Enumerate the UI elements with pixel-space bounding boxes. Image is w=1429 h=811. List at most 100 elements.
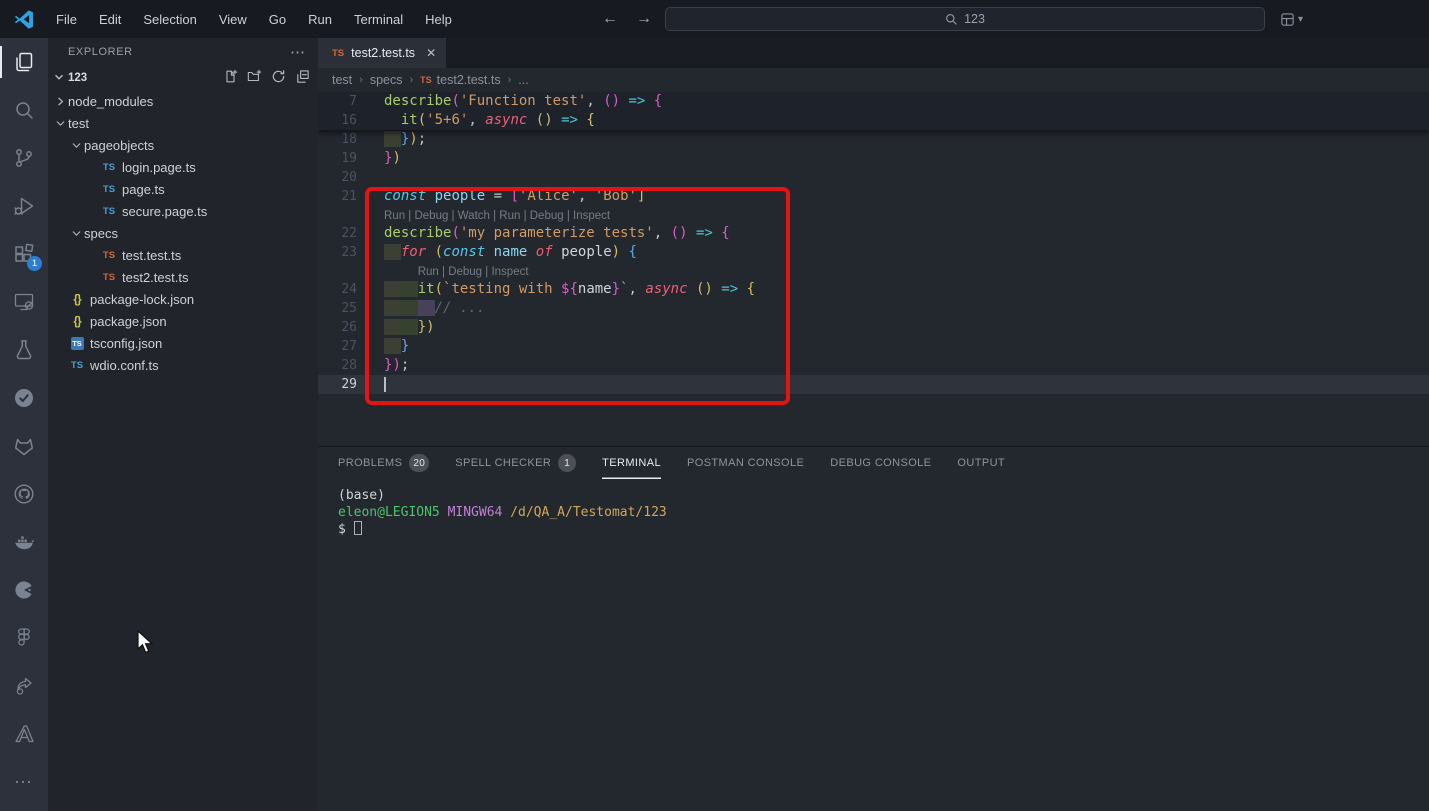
ts-file-icon: TS xyxy=(100,162,118,173)
codelens-actions[interactable]: Run | Debug | Inspect xyxy=(418,266,529,278)
explorer-toolbar xyxy=(223,69,310,87)
menu-view[interactable]: View xyxy=(208,7,258,32)
terminal[interactable]: (base)eleon@LEGION5 MINGW64 /d/QA_A/Test… xyxy=(318,479,1429,538)
file-package-lock-json[interactable]: {}package-lock.json xyxy=(48,288,318,310)
back-arrow-icon[interactable]: ← xyxy=(600,10,620,28)
breadcrumb-item[interactable]: specs xyxy=(370,73,403,87)
codelens-row: Run | Debug | Inspect xyxy=(318,262,1429,280)
forward-arrow-icon[interactable]: → xyxy=(634,10,654,28)
breadcrumb-separator: › xyxy=(409,74,413,86)
file-secure-page-ts[interactable]: TSsecure.page.ts xyxy=(48,200,318,222)
code-line-20: 20 xyxy=(318,168,1429,187)
explorer-more-icon[interactable]: ⋯ xyxy=(290,43,306,61)
folder-test[interactable]: test xyxy=(48,112,318,134)
breadcrumb: test›specs›TStest2.test.ts›... xyxy=(318,68,1429,92)
layout-controls[interactable]: ▾ xyxy=(1280,0,1303,38)
tree-item-label: package.json xyxy=(90,314,167,329)
command-center-search[interactable]: 123 xyxy=(665,7,1265,31)
codelens-actions[interactable]: Run | Debug | Watch | Run | Debug | Insp… xyxy=(384,210,610,222)
activitybar-azure-icon[interactable] xyxy=(0,710,48,758)
vscode-logo xyxy=(13,8,35,30)
codelens-row: Run | Debug | Watch | Run | Debug | Insp… xyxy=(318,206,1429,224)
collapse-all-icon[interactable] xyxy=(295,69,310,87)
tree-item-label: specs xyxy=(84,226,118,241)
file-tsconfig-json[interactable]: TStsconfig.json xyxy=(48,332,318,354)
activitybar-more-icon[interactable]: ⋯ xyxy=(0,758,48,806)
activitybar-explorer-icon[interactable] xyxy=(0,38,48,86)
panel-tab-terminal[interactable]: TERMINAL xyxy=(602,447,661,479)
line-number: 27 xyxy=(318,337,384,356)
editor-group: TS test2.test.ts ✕ test›specs›TStest2.te… xyxy=(318,38,1429,811)
line-number: 22 xyxy=(318,224,384,243)
activitybar-run-debug-icon[interactable] xyxy=(0,182,48,230)
activitybar-figma-icon[interactable] xyxy=(0,614,48,662)
breadcrumb-item[interactable]: test xyxy=(332,73,352,87)
ts-file-icon: TS xyxy=(100,272,118,283)
tab-label: test2.test.ts xyxy=(351,46,415,60)
menu-run[interactable]: Run xyxy=(297,7,343,32)
line-number: 28 xyxy=(318,356,384,375)
explorer-section-root[interactable]: 123 xyxy=(48,66,318,90)
ts-file-icon: TS xyxy=(100,184,118,195)
activitybar-github-icon[interactable] xyxy=(0,470,48,518)
code-line-18: 18 }); xyxy=(318,130,1429,149)
file-page-ts[interactable]: TS page.ts xyxy=(48,178,318,200)
activitybar-remote-explorer-icon[interactable] xyxy=(0,278,48,326)
line-number: 24 xyxy=(318,280,384,299)
file-login-page-ts[interactable]: TSlogin.page.ts xyxy=(48,156,318,178)
menu-go[interactable]: Go xyxy=(258,7,297,32)
file-package-json[interactable]: {}package.json xyxy=(48,310,318,332)
activitybar-check-circle-icon[interactable] xyxy=(0,374,48,422)
activitybar-search-icon[interactable] xyxy=(0,86,48,134)
activitybar-share-arrow-icon[interactable] xyxy=(0,662,48,710)
code-line-28: 28}); xyxy=(318,356,1429,375)
chevron-down-icon xyxy=(52,117,68,130)
code-line-25: 25 // ... xyxy=(318,299,1429,318)
activitybar-pie-circle-icon[interactable] xyxy=(0,566,48,614)
grid-icon xyxy=(1280,12,1295,27)
folder-pageobjects[interactable]: pageobjects xyxy=(48,134,318,156)
tree-item-label: pageobjects xyxy=(84,138,154,153)
code-line-23: 23 for (const name of people) { xyxy=(318,243,1429,262)
panel-tab-postman-console[interactable]: POSTMAN CONSOLE xyxy=(687,447,804,479)
menu-file[interactable]: File xyxy=(45,7,88,32)
activitybar-gitlab-icon[interactable] xyxy=(0,422,48,470)
new-file-icon[interactable] xyxy=(223,69,238,87)
line-number: 18 xyxy=(318,130,384,149)
menu-terminal[interactable]: Terminal xyxy=(343,7,414,32)
tree-item-label: page.ts xyxy=(122,182,165,197)
title-bar: FileEditSelectionViewGoRunTerminalHelp ←… xyxy=(0,0,1429,38)
file-wdio-conf-ts[interactable]: TSwdio.conf.ts xyxy=(48,354,318,376)
folder-node-modules[interactable]: node_modules xyxy=(48,90,318,112)
folder-specs[interactable]: specs xyxy=(48,222,318,244)
activitybar-docker-icon[interactable] xyxy=(0,518,48,566)
menu-help[interactable]: Help xyxy=(414,7,463,32)
code-line-22: 22describe('my parameterize tests', () =… xyxy=(318,224,1429,243)
activitybar-extensions-icon[interactable]: 1 xyxy=(0,230,48,278)
panel-tab-debug-console[interactable]: DEBUG CONSOLE xyxy=(830,447,931,479)
activitybar-testing-flask-icon[interactable] xyxy=(0,326,48,374)
line-number: 20 xyxy=(318,168,384,187)
ts-file-icon: TS xyxy=(100,206,118,217)
new-folder-icon[interactable] xyxy=(247,69,262,87)
refresh-icon[interactable] xyxy=(271,69,286,87)
breadcrumb-item[interactable]: ... xyxy=(518,73,528,87)
tab-test2-test-ts[interactable]: TS test2.test.ts ✕ xyxy=(318,38,446,68)
file-test-test-ts[interactable]: TStest.test.ts xyxy=(48,244,318,266)
code-line-21: 21const people = ['Alice', 'Bob'] xyxy=(318,187,1429,206)
file-test2-test-ts[interactable]: TStest2.test.ts xyxy=(48,266,318,288)
menu-edit[interactable]: Edit xyxy=(88,7,132,32)
breadcrumb-item[interactable]: TStest2.test.ts xyxy=(420,73,500,87)
file-tree: node_modulestest pageobjects TSlogin.page.… xyxy=(48,90,318,376)
panel-tab-problems[interactable]: PROBLEMS20 xyxy=(338,447,429,479)
chevron-down-icon xyxy=(68,139,84,152)
code-editor[interactable]: 7describe('Function test', () => {16 it(… xyxy=(318,92,1429,446)
root-folder-label: 123 xyxy=(68,72,87,84)
close-icon[interactable]: ✕ xyxy=(426,46,436,60)
tree-item-label: tsconfig.json xyxy=(90,336,162,351)
panel-tabs: PROBLEMS20 SPELL CHECKER1 TERMINAL POSTMAN … xyxy=(318,447,1429,479)
activitybar-source-control-icon[interactable] xyxy=(0,134,48,182)
menu-selection[interactable]: Selection xyxy=(132,7,207,32)
panel-tab-output[interactable]: OUTPUT xyxy=(957,447,1005,479)
panel-tab-spell-checker[interactable]: SPELL CHECKER1 xyxy=(455,447,576,479)
